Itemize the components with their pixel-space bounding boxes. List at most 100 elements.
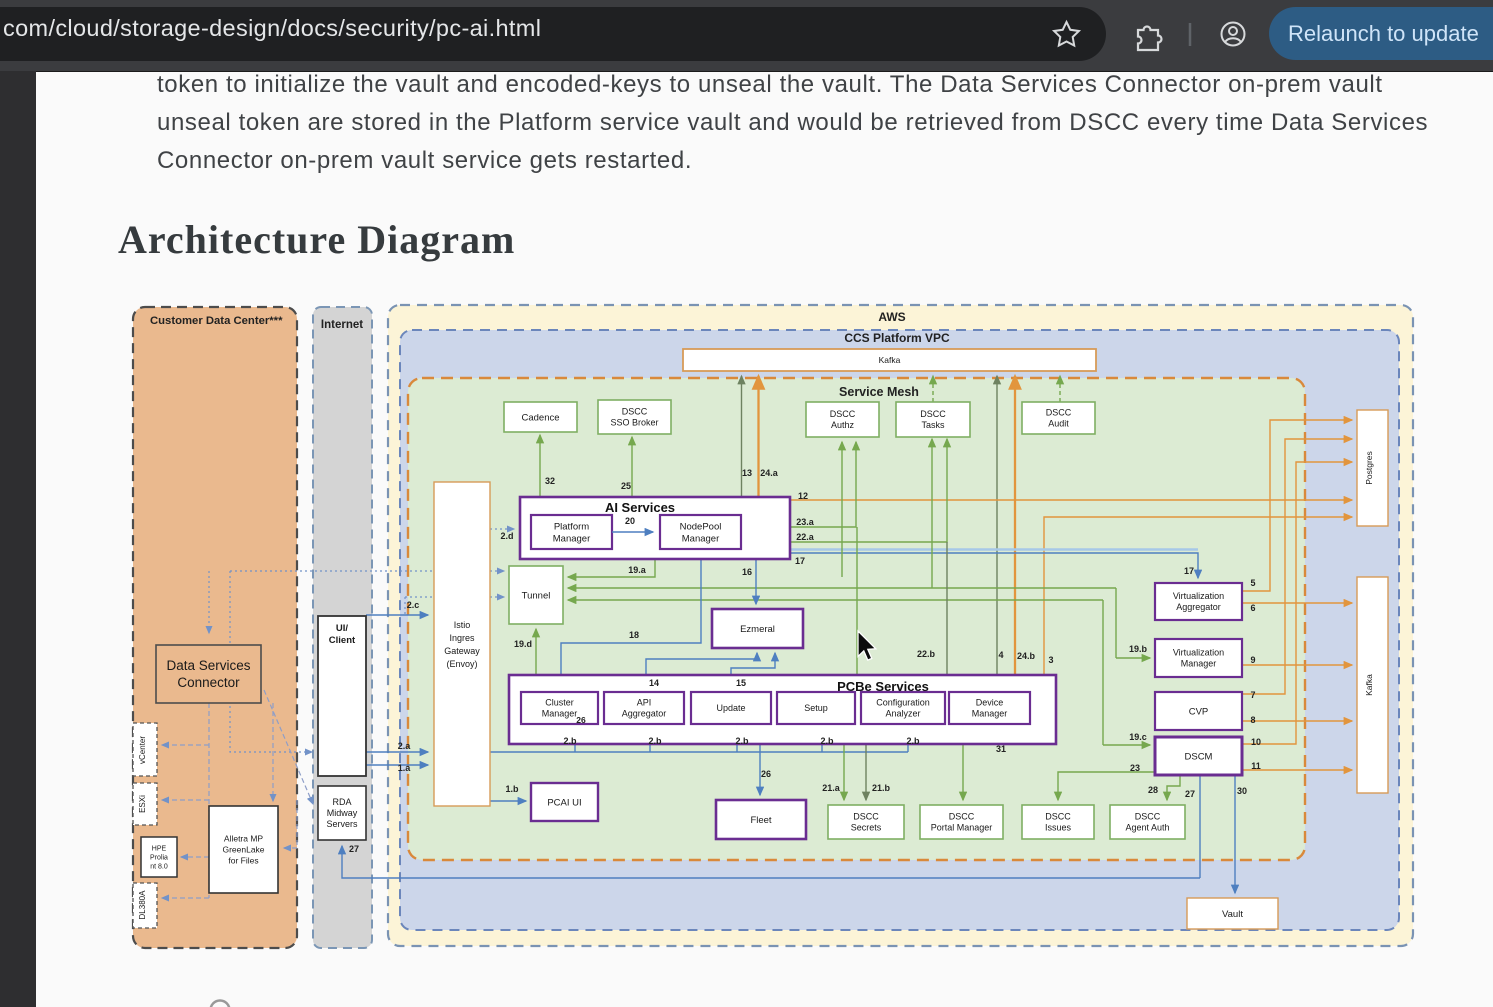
svg-text:Alletra MP: Alletra MP: [224, 833, 264, 843]
svg-text:2.b: 2.b: [563, 736, 577, 746]
svg-text:DSCC: DSCC: [1046, 408, 1072, 418]
svg-text:17: 17: [795, 556, 805, 566]
svg-text:6: 6: [1250, 603, 1255, 613]
svg-text:9: 9: [1250, 655, 1255, 665]
svg-text:21.b: 21.b: [872, 783, 891, 793]
svg-text:Istio: Istio: [454, 620, 471, 630]
svg-text:vCenter: vCenter: [138, 736, 147, 764]
svg-text:SSO Broker: SSO Broker: [610, 418, 658, 428]
svg-text:2.a: 2.a: [398, 741, 412, 751]
svg-text:CVP: CVP: [1189, 706, 1209, 717]
svg-text:DSCC: DSCC: [853, 812, 879, 822]
svg-text:20: 20: [625, 516, 635, 526]
svg-text:Manager: Manager: [1181, 659, 1217, 669]
svg-text:Tunnel: Tunnel: [522, 590, 551, 601]
svg-text:for Files: for Files: [228, 855, 258, 865]
svg-text:Gateway: Gateway: [444, 646, 480, 656]
svg-text:Device: Device: [976, 698, 1004, 708]
svg-text:HPE: HPE: [152, 845, 167, 852]
svg-text:Manager: Manager: [682, 533, 720, 544]
svg-text:1.a: 1.a: [398, 763, 412, 773]
svg-text:5: 5: [1250, 578, 1255, 588]
svg-text:Customer Data Center***: Customer Data Center***: [150, 315, 283, 327]
svg-text:PCAI UI: PCAI UI: [547, 797, 581, 808]
svg-text:Ezmeral: Ezmeral: [740, 624, 775, 635]
svg-text:30: 30: [1237, 786, 1247, 796]
svg-text:Ingres: Ingres: [449, 633, 475, 643]
svg-text:23.a: 23.a: [796, 517, 815, 527]
svg-text:Configuration: Configuration: [876, 698, 930, 708]
svg-text:Aggregator: Aggregator: [622, 709, 667, 719]
svg-text:Virtualization: Virtualization: [1173, 591, 1224, 601]
svg-text:28: 28: [1148, 785, 1158, 795]
svg-text:DSCM: DSCM: [1185, 751, 1213, 762]
svg-text:2.b: 2.b: [648, 736, 662, 746]
svg-text:DSCC: DSCC: [1045, 812, 1071, 822]
svg-text:Midway: Midway: [327, 808, 358, 818]
svg-text:Kafka: Kafka: [1364, 674, 1374, 696]
svg-text:Update: Update: [716, 703, 745, 713]
svg-text:19.d: 19.d: [514, 639, 532, 649]
svg-text:Client: Client: [329, 635, 356, 646]
svg-text:13: 13: [742, 468, 752, 478]
svg-text:2.d: 2.d: [500, 531, 513, 541]
svg-text:Cluster: Cluster: [545, 698, 574, 708]
svg-text:Secrets: Secrets: [851, 823, 882, 833]
svg-text:22.b: 22.b: [917, 649, 936, 659]
svg-text:Fleet: Fleet: [750, 815, 771, 826]
svg-text:18: 18: [629, 630, 639, 640]
svg-text:Connector: Connector: [177, 675, 240, 690]
svg-text:26: 26: [761, 769, 771, 779]
svg-text:24.a: 24.a: [760, 468, 779, 478]
svg-text:19.c: 19.c: [1129, 732, 1147, 742]
svg-text:Postgres: Postgres: [1364, 451, 1374, 485]
svg-text:API: API: [637, 698, 652, 708]
svg-text:2.b: 2.b: [735, 736, 749, 746]
svg-text:DSCC: DSCC: [830, 409, 856, 419]
svg-text:ESXi: ESXi: [138, 795, 147, 813]
svg-text:Prolia: Prolia: [150, 854, 168, 861]
svg-text:21.a: 21.a: [822, 783, 841, 793]
svg-text:Manager: Manager: [972, 709, 1008, 719]
svg-text:Manager: Manager: [553, 533, 591, 544]
svg-text:GreenLake: GreenLake: [222, 844, 264, 854]
svg-text:7: 7: [1250, 690, 1255, 700]
svg-text:Agent Auth: Agent Auth: [1125, 823, 1169, 833]
svg-text:CCS Platform VPC: CCS Platform VPC: [844, 331, 950, 345]
svg-text:Virtualization: Virtualization: [1173, 648, 1224, 658]
svg-text:(Envoy): (Envoy): [446, 659, 477, 669]
svg-text:Service Mesh: Service Mesh: [839, 385, 919, 399]
svg-text:Analyzer: Analyzer: [885, 709, 920, 719]
svg-text:Platform: Platform: [554, 521, 589, 532]
svg-text:NodePool: NodePool: [680, 521, 722, 532]
svg-text:26: 26: [576, 715, 586, 725]
svg-text:Aggregator: Aggregator: [1176, 602, 1221, 612]
svg-text:31: 31: [996, 744, 1006, 754]
svg-text:12: 12: [798, 491, 808, 501]
svg-text:DSCC: DSCC: [920, 409, 946, 419]
svg-text:2.c: 2.c: [407, 600, 420, 610]
svg-text:UI/: UI/: [336, 623, 349, 634]
svg-text:DSCC: DSCC: [1135, 812, 1161, 822]
svg-text:19.a: 19.a: [628, 565, 647, 575]
svg-text:Manager: Manager: [542, 709, 578, 719]
svg-text:2.b: 2.b: [906, 736, 920, 746]
svg-text:Cadence: Cadence: [521, 412, 559, 423]
svg-text:Audit: Audit: [1048, 419, 1069, 429]
svg-text:8: 8: [1250, 715, 1255, 725]
svg-text:Setup: Setup: [804, 703, 828, 713]
svg-text:23: 23: [1130, 763, 1140, 773]
svg-text:27: 27: [349, 844, 359, 854]
svg-text:16: 16: [742, 567, 752, 577]
svg-text:2.b: 2.b: [820, 736, 834, 746]
svg-text:22.a: 22.a: [796, 532, 815, 542]
svg-text:1.b: 1.b: [505, 784, 519, 794]
svg-text:Issues: Issues: [1045, 823, 1072, 833]
svg-text:15: 15: [736, 678, 746, 688]
svg-text:Authz: Authz: [831, 420, 855, 430]
svg-text:DL380A: DL380A: [138, 890, 147, 920]
svg-text:32: 32: [545, 476, 555, 486]
svg-text:AI Services: AI Services: [605, 500, 675, 515]
svg-text:19.b: 19.b: [1129, 644, 1148, 654]
svg-text:Kafka: Kafka: [879, 355, 901, 365]
